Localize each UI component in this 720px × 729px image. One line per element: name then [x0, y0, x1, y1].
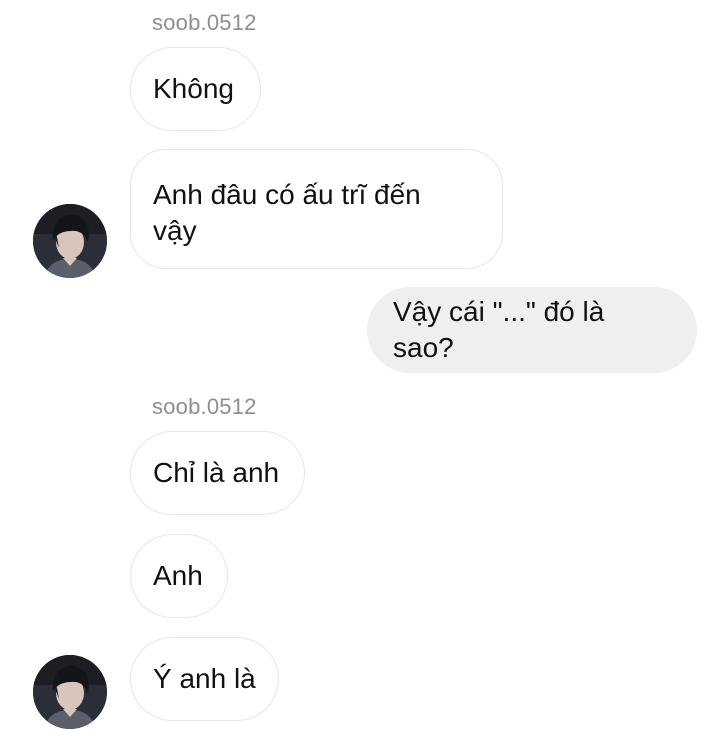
message-text: Chỉ là anh [153, 457, 280, 488]
message-bubble-incoming[interactable]: Anh [130, 534, 228, 618]
message-bubble-incoming[interactable]: Không [130, 47, 261, 131]
sender-name[interactable]: soob.0512 [152, 10, 257, 36]
profile-photo-avatar-icon [33, 204, 107, 278]
avatar[interactable] [33, 655, 107, 729]
profile-photo-avatar-icon [33, 655, 107, 729]
avatar[interactable] [33, 204, 107, 278]
message-text: Anh [153, 560, 203, 591]
message-text: Ý anh là [153, 663, 256, 694]
message-bubble-incoming[interactable]: Chỉ là anh [130, 431, 305, 515]
message-text-line: vậy [153, 215, 197, 246]
message-bubble-outgoing[interactable]: Vậy cái "..." đó là sao? [367, 287, 697, 373]
message-text: Không [153, 73, 234, 104]
message-text-line: Anh đâu có ấu trĩ đến [153, 179, 421, 210]
sender-name[interactable]: soob.0512 [152, 394, 257, 420]
message-text: Vậy cái "..." đó là sao? [393, 296, 605, 363]
message-bubble-incoming[interactable]: Ý anh là [130, 637, 279, 721]
message-bubble-incoming[interactable]: Anh đâu có ấu trĩ đến vậy [130, 149, 503, 269]
